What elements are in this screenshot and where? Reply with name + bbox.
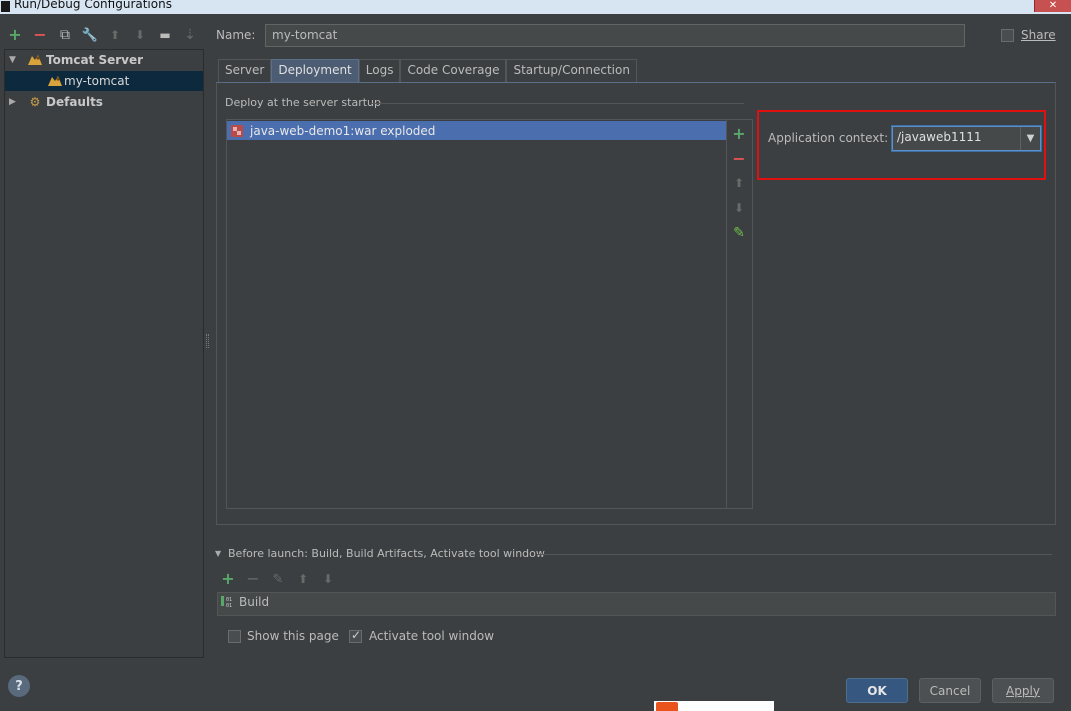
tab-logs[interactable]: Logs	[358, 59, 401, 82]
remove-icon: −	[33, 25, 47, 44]
remove-icon: −	[246, 569, 260, 588]
activate-tool-window-checkbox[interactable]	[349, 628, 362, 643]
before-launch-title[interactable]: Before launch: Build, Build Artifacts, A…	[228, 547, 545, 560]
app-context-label: Application context:	[768, 131, 889, 145]
add-config-button[interactable]: +	[6, 26, 24, 44]
share-label: Share	[1021, 28, 1056, 42]
tab-server[interactable]: Server	[218, 59, 272, 82]
task-label: Build	[239, 595, 270, 609]
tab-code-coverage[interactable]: Code Coverage	[400, 59, 507, 82]
tree-item-defaults[interactable]: ▶ ⚙ Defaults	[5, 92, 203, 112]
move-artifact-down-button[interactable]: ⬇	[730, 199, 748, 217]
move-up-button[interactable]: ⬆	[106, 26, 124, 44]
tomcat-icon	[27, 53, 43, 67]
move-down-icon: ⬇	[134, 28, 146, 42]
share-checkbox[interactable]	[1001, 29, 1014, 42]
wrench-icon: ⚙	[29, 95, 41, 109]
group-divider	[371, 103, 744, 104]
move-task-down-button[interactable]: ⬇	[319, 570, 337, 588]
add-icon: +	[8, 25, 22, 44]
move-down-button[interactable]: ⬇	[131, 26, 149, 44]
remove-task-button[interactable]: −	[244, 570, 262, 588]
build-icon: 01 01	[220, 595, 236, 609]
copy-icon: ⧉	[60, 27, 70, 43]
window-title: Run/Debug Configurations	[14, 0, 172, 11]
artifact-icon	[230, 124, 246, 138]
window-close-button[interactable]: ✕	[1034, 0, 1071, 12]
show-page-label: Show this page	[247, 629, 339, 643]
add-task-button[interactable]: +	[219, 570, 237, 588]
app-context-dropdown-button[interactable]: ▼	[1020, 127, 1040, 150]
tab-startup-connection[interactable]: Startup/Connection	[506, 59, 637, 82]
tree-item-label: my-tomcat	[64, 74, 130, 88]
edit-icon: ✎	[272, 571, 284, 587]
tree-item-tomcat-server[interactable]: ▼ Tomcat Server	[5, 50, 203, 70]
sort-icon: ⇣	[184, 27, 196, 43]
deploy-group-title: Deploy at the server startup	[225, 96, 382, 109]
move-up-icon: ⬆	[733, 176, 745, 190]
name-label: Name:	[216, 28, 255, 42]
move-artifact-up-button[interactable]: ⬆	[730, 174, 748, 192]
tomcat-icon	[47, 74, 63, 88]
edit-task-button[interactable]: ✎	[269, 570, 287, 588]
ime-logo-icon	[656, 702, 678, 711]
group-divider	[537, 554, 1052, 555]
config-tabs: Server Deployment Logs Code Coverage Sta…	[218, 59, 637, 82]
app-context-value[interactable]: /javaweb1111	[897, 130, 982, 144]
sort-button[interactable]: ⇣	[181, 26, 199, 44]
move-up-icon: ⬆	[109, 28, 121, 42]
artifact-list[interactable]	[226, 119, 727, 509]
activate-tool-window-label: Activate tool window	[369, 629, 495, 643]
edit-icon: ✎	[733, 225, 745, 241]
copy-config-button[interactable]: ⧉	[56, 26, 74, 44]
svg-text:01: 01	[226, 603, 232, 609]
folder-icon: ▬	[159, 28, 171, 42]
tree-item-my-tomcat[interactable]: my-tomcat	[5, 71, 203, 91]
add-artifact-button[interactable]: +	[730, 123, 748, 143]
show-page-checkbox[interactable]	[228, 630, 241, 643]
move-task-up-button[interactable]: ⬆	[294, 570, 312, 588]
app-icon	[1, 1, 10, 12]
move-up-icon: ⬆	[297, 572, 309, 586]
chevron-down-icon: ▼	[1026, 133, 1035, 144]
apply-button[interactable]: Apply	[992, 678, 1054, 703]
remove-config-button[interactable]: −	[31, 26, 49, 44]
name-input[interactable]: my-tomcat	[265, 24, 965, 47]
remove-artifact-button[interactable]: −	[730, 148, 748, 168]
add-icon: +	[221, 569, 235, 588]
tree-item-label: Defaults	[46, 95, 103, 109]
before-launch-task-list[interactable]: 01 01 Build	[217, 592, 1056, 616]
before-launch-collapse-icon[interactable]: ▼	[215, 549, 221, 558]
ok-button[interactable]: OK	[846, 678, 908, 703]
help-button[interactable]: ?	[8, 675, 30, 697]
add-icon: +	[732, 123, 746, 143]
edit-artifact-button[interactable]: ✎	[730, 224, 748, 242]
tab-deployment[interactable]: Deployment	[271, 59, 359, 82]
move-down-icon: ⬇	[322, 572, 334, 586]
splitter-handle[interactable]	[206, 334, 209, 348]
name-label-text: Name:	[216, 28, 256, 42]
cancel-button[interactable]: Cancel	[919, 678, 981, 703]
wrench-icon: 🔧	[81, 27, 99, 43]
config-tree: ▼ Tomcat Server my-tomcat ▶ ⚙ Defaults	[4, 49, 204, 658]
tree-item-label: Tomcat Server	[46, 53, 144, 67]
list-item[interactable]: 01 01 Build	[220, 595, 269, 609]
artifact-row[interactable]: java-web-demo1:war exploded	[227, 121, 726, 140]
window-title-bar: Run/Debug Configurations ✕	[0, 0, 1071, 14]
folder-button[interactable]: ▬	[156, 26, 174, 44]
ime-toolbar	[654, 701, 774, 711]
expand-arrow-icon[interactable]: ▼	[9, 55, 19, 65]
move-down-icon: ⬇	[733, 201, 745, 215]
artifact-label: java-web-demo1:war exploded	[250, 123, 436, 138]
remove-icon: −	[732, 148, 746, 168]
edit-defaults-button[interactable]: 🔧	[81, 26, 99, 44]
expand-arrow-icon[interactable]: ▶	[9, 97, 19, 107]
